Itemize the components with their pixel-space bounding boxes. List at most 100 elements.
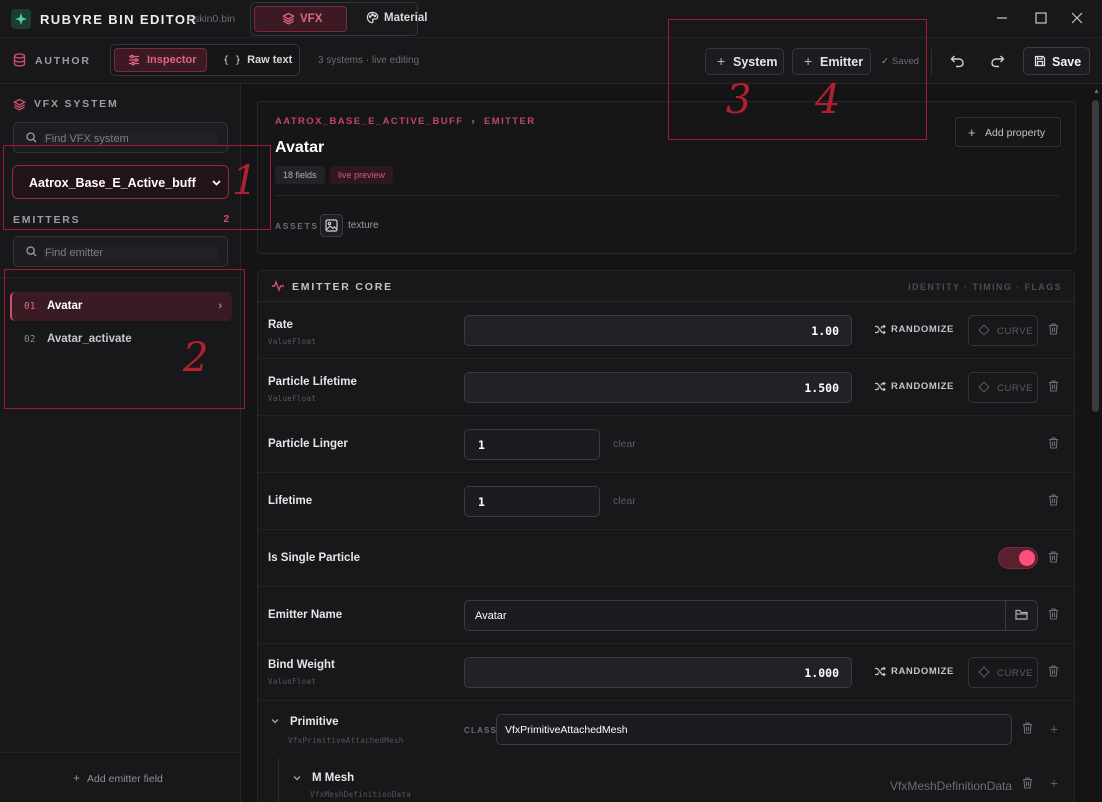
app-logo-icon [11,9,31,29]
toggle-knob [1019,550,1035,566]
particle-linger-input[interactable]: 1 [464,429,600,460]
trash-icon[interactable] [1022,777,1033,792]
curve-button[interactable]: CURVE [968,657,1038,688]
save-button[interactable]: Save [1023,47,1090,75]
plus-icon[interactable]: + [1050,775,1058,791]
emitter-search-input[interactable]: Find emitter [13,236,228,267]
database-icon [13,53,26,70]
curve-label: CURVE [997,668,1034,679]
editor-tabs: VFX Material [250,2,427,36]
trash-icon[interactable] [1022,722,1033,737]
particle-lifetime-value: 1.500 [804,381,839,395]
maximize-icon[interactable] [1034,11,1048,28]
emitter-header-card: AATROX_BASE_E_ACTIVE_BUFF › EMITTER Avatar… [257,101,1076,254]
is-single-particle-toggle[interactable] [998,547,1038,569]
live-preview-badge: live preview [330,166,394,184]
tab-material[interactable]: Material [355,6,427,32]
property-label: Lifetime [268,495,313,507]
annotation-number-3: 3 [726,77,752,123]
minimize-icon[interactable] [995,11,1009,28]
image-icon[interactable] [320,214,343,237]
trash-icon[interactable] [1048,437,1059,452]
emitter-core-header: EMITTER CORE IDENTITY · TIMING · FLAGS [258,271,1074,302]
trash-icon[interactable] [1048,551,1059,566]
layers-icon [13,98,26,114]
braces-icon: { } [223,55,242,66]
property-row-primitive: Primitive VfxPrimitiveAttachedMesh CLASS… [258,701,1074,802]
undo-icon[interactable] [950,54,965,71]
property-row-particle-linger: Particle Linger 1 clear [258,416,1074,473]
annotation-box-3-4 [668,19,927,140]
page-title: Avatar [275,139,325,156]
raw-text-mode-button[interactable]: { } Raw text [223,54,292,66]
trash-icon[interactable] [1048,380,1059,395]
assets-label: ASSETS [275,221,319,231]
palette-icon [366,11,379,27]
clear-button[interactable]: clear [613,495,636,507]
property-row-particle-lifetime: Particle Lifetime ValueFloat 1.500 RANDO… [258,359,1074,416]
particle-lifetime-value-input[interactable]: 1.500 [464,372,852,403]
search-icon [26,246,37,260]
curve-label: CURVE [997,383,1034,394]
property-label: Particle Lifetime [268,376,357,388]
add-property-button[interactable]: + Add property [955,117,1061,147]
randomize-label: RANDOMIZE [891,381,954,392]
vfx-system-title: VFX SYSTEM [34,98,119,110]
emitter-core-card: EMITTER CORE IDENTITY · TIMING · FLAGS R… [257,270,1075,802]
add-emitter-field-button[interactable]: + Add emitter field [73,771,163,785]
tab-vfx[interactable]: VFX [254,6,347,32]
chevron-down-icon[interactable] [292,773,302,786]
trash-icon[interactable] [1048,608,1059,623]
randomize-button[interactable]: RANDOMIZE [874,666,954,677]
annotation-number-2: 2 [183,335,209,381]
annotation-number-4: 4 [815,77,841,123]
toolbar: AUTHOR Inspector { } Raw text 3 systems ·… [0,38,1102,84]
breadcrumb-separator: › [471,116,477,127]
inspector-mode-button[interactable]: Inspector [114,48,207,72]
randomize-label: RANDOMIZE [891,666,954,677]
randomize-button[interactable]: RANDOMIZE [874,324,954,335]
rate-value: 1.00 [811,324,839,338]
curve-label: CURVE [997,326,1034,337]
rate-value-input[interactable]: 1.00 [464,315,852,346]
sliders-icon [128,54,140,69]
property-type: VfxMeshDefinitionData [310,790,412,799]
chevron-down-icon[interactable] [270,716,280,729]
lifetime-input[interactable]: 1 [464,486,600,517]
curve-button[interactable]: CURVE [968,315,1038,346]
trash-icon[interactable] [1048,494,1059,509]
save-label: Save [1052,55,1082,69]
bind-weight-value: 1.000 [804,666,839,680]
plus-icon: + [73,771,81,785]
property-row-m-mesh: M Mesh VfxMeshDefinitionData VfxMeshDefi… [258,758,1074,802]
property-type: ValueFloat [268,394,317,403]
diamond-icon [978,324,990,336]
curve-button[interactable]: CURVE [968,372,1038,403]
main-panel: AATROX_BASE_E_ACTIVE_BUFF › EMITTER Avatar… [241,84,1102,802]
mesh-class-value: VfxMeshDefinitionData [890,779,1013,793]
folder-icon[interactable] [1005,601,1037,630]
plus-icon[interactable]: + [1050,721,1058,737]
file-path: / skin0.bin [188,13,236,25]
trash-icon[interactable] [1048,665,1059,680]
vertical-scrollbar[interactable] [1092,100,1099,412]
breadcrumb-system[interactable]: AATROX_BASE_E_ACTIVE_BUFF [275,116,463,127]
close-icon[interactable] [1070,11,1084,28]
emitter-name-input[interactable]: Avatar [464,600,1038,631]
header-divider [275,195,1059,196]
randomize-button[interactable]: RANDOMIZE [874,381,954,392]
asset-texture-label[interactable]: texture [348,220,379,231]
bind-weight-value-input[interactable]: 1.000 [464,657,852,688]
emitter-name-value: Avatar [475,610,507,622]
mode-switcher: Inspector { } Raw text [110,44,300,76]
trash-icon[interactable] [1048,323,1059,338]
redo-icon[interactable] [990,54,1005,71]
property-row-emitter-name: Emitter Name Avatar [258,587,1074,644]
property-type: ValueFloat [268,337,317,346]
clear-button[interactable]: clear [613,438,636,450]
scroll-up-arrow[interactable]: ▲ [1093,88,1100,95]
emitter-core-tags: IDENTITY · TIMING · FLAGS [908,282,1062,292]
property-type: ValueFloat [268,677,317,686]
primitive-class-input[interactable]: VfxPrimitiveAttachedMesh [496,714,1012,745]
fields-count-badge: 18 fields [275,166,325,184]
